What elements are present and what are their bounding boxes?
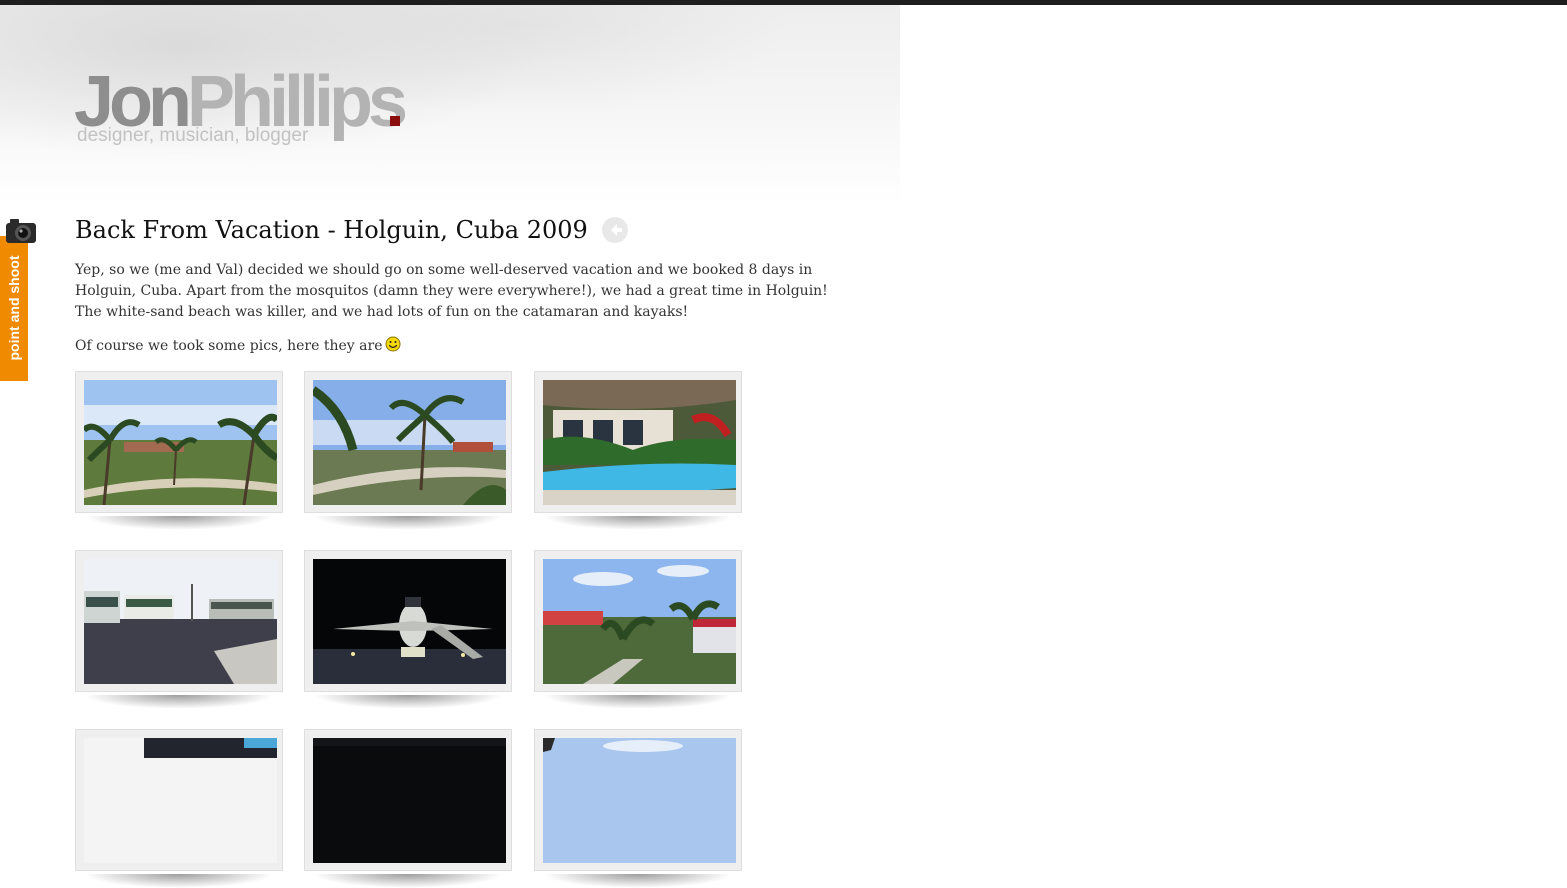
post-body: Yep, so we (me and Val) decided we shoul… xyxy=(75,260,835,357)
gallery-thumbnail[interactable] xyxy=(534,371,742,530)
photo-palm-trees-lawn xyxy=(84,380,277,505)
photo-resort-bungalows xyxy=(543,559,736,684)
photo-dark-building xyxy=(84,738,277,863)
photo-palm-trees-path xyxy=(313,380,506,505)
gallery-thumbnail[interactable] xyxy=(304,729,512,888)
point-and-shoot-tab[interactable]: point and shoot xyxy=(0,236,28,381)
blog-post: Back From Vacation - Holguin, Cuba 2009 … xyxy=(75,208,835,370)
gallery-thumbnail[interactable] xyxy=(75,371,283,530)
photo-buses-parking xyxy=(84,559,277,684)
gallery-thumbnail[interactable] xyxy=(304,371,512,530)
photo-night-scene xyxy=(313,738,506,863)
post-title-row: Back From Vacation - Holguin, Cuba 2009 xyxy=(75,208,835,252)
gallery-thumbnail[interactable] xyxy=(75,550,283,709)
logo-dot xyxy=(390,116,400,126)
smiley-icon xyxy=(385,336,401,352)
post-paragraph: Yep, so we (me and Val) decided we shoul… xyxy=(75,262,828,320)
photo-sky-scene xyxy=(543,738,736,863)
camera-icon xyxy=(6,219,36,243)
side-tab-label: point and shoot xyxy=(6,255,22,361)
post-title[interactable]: Back From Vacation - Holguin, Cuba 2009 xyxy=(75,216,588,244)
gallery-thumbnail[interactable] xyxy=(304,550,512,709)
site-logo[interactable]: JonPhillips designer, musician, blogger xyxy=(74,62,414,152)
site-tagline: designer, musician, blogger xyxy=(77,125,309,146)
back-arrow-icon[interactable] xyxy=(601,216,629,244)
pics-intro-text: Of course we took some pics, here they a… xyxy=(75,338,383,354)
gallery-thumbnail[interactable] xyxy=(534,729,742,888)
photo-pool-restaurant xyxy=(543,380,736,505)
photo-airplane-night xyxy=(313,559,506,684)
gallery-thumbnail[interactable] xyxy=(75,729,283,888)
gallery-thumbnail[interactable] xyxy=(534,550,742,709)
post-paragraph-pics: Of course we took some pics, here they a… xyxy=(75,336,835,357)
